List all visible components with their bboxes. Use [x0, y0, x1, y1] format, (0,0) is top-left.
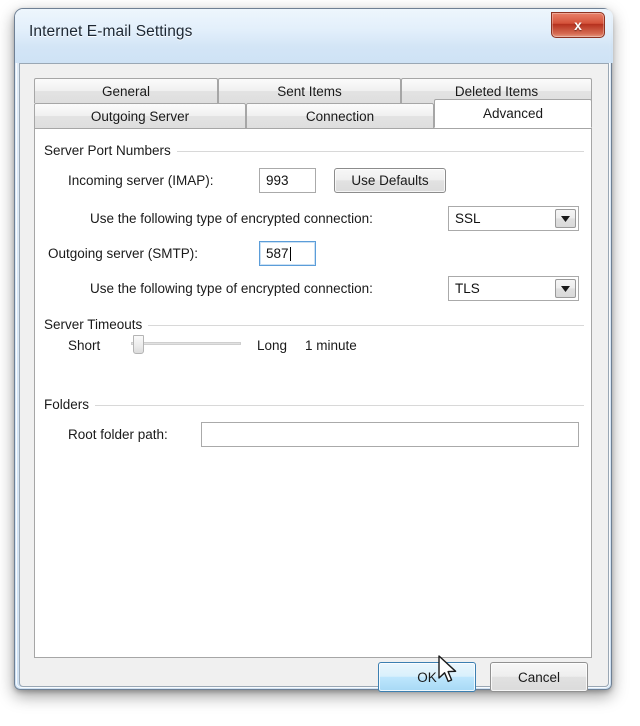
chevron-down-icon[interactable]: [555, 279, 576, 298]
group-server-timeouts: Server Timeouts Short Long 1 minute: [44, 317, 584, 381]
timeout-value-label: 1 minute: [305, 338, 357, 353]
tab-label: Connection: [305, 108, 375, 124]
chevron-down-icon[interactable]: [555, 209, 576, 228]
outgoing-encryption-combo[interactable]: TLS: [448, 276, 579, 301]
close-button[interactable]: x: [551, 12, 605, 38]
close-icon: x: [574, 17, 582, 33]
outgoing-server-label: Outgoing server (SMTP):: [48, 246, 199, 261]
incoming-encryption-combo[interactable]: SSL: [448, 206, 579, 231]
ok-button[interactable]: OK: [378, 662, 476, 692]
group-legend: Folders: [44, 397, 96, 412]
use-defaults-button[interactable]: Use Defaults: [334, 168, 446, 193]
server-timeout-slider[interactable]: [128, 333, 243, 354]
window-title: Internet E-mail Settings: [29, 23, 193, 40]
desktop-background: Internet E-mail Settings x General Sent …: [0, 0, 640, 726]
root-folder-path-input[interactable]: [201, 422, 579, 447]
slider-thumb[interactable]: [133, 335, 144, 354]
incoming-encryption-value: SSL: [455, 211, 481, 226]
dialog-window: Internet E-mail Settings x General Sent …: [14, 8, 613, 692]
tab-advanced[interactable]: Advanced: [434, 99, 592, 128]
group-legend: Server Timeouts: [44, 317, 149, 332]
tab-label: Sent Items: [277, 83, 342, 99]
cancel-label: Cancel: [517, 669, 561, 685]
tab-panel-advanced: Server Port Numbers Incoming server (IMA…: [34, 128, 592, 658]
tab-outgoing-server[interactable]: Outgoing Server: [34, 103, 246, 128]
tab-label: Advanced: [482, 106, 544, 121]
cancel-button[interactable]: Cancel: [490, 662, 588, 692]
root-folder-path-label: Root folder path:: [68, 427, 168, 442]
incoming-port-input[interactable]: 993: [259, 168, 316, 193]
timeout-long-label: Long: [257, 338, 288, 353]
tab-label: Outgoing Server: [90, 108, 190, 124]
group-folders: Folders Root folder path:: [44, 397, 584, 465]
text-caret: [289, 246, 291, 261]
slider-track: [131, 342, 241, 345]
incoming-port-value: 993: [266, 173, 289, 188]
timeout-short-label: Short: [68, 338, 101, 353]
dialog-body: General Sent Items Deleted Items Outgoin…: [19, 63, 609, 692]
use-defaults-label: Use Defaults: [351, 173, 429, 188]
outgoing-encryption-value: TLS: [455, 281, 480, 296]
incoming-server-label: Incoming server (IMAP):: [68, 173, 214, 188]
tab-control: General Sent Items Deleted Items Outgoin…: [34, 78, 592, 658]
group-divider: [44, 405, 584, 406]
tab-connection[interactable]: Connection: [246, 103, 434, 128]
outgoing-port-input[interactable]: 587: [259, 241, 316, 266]
tab-label: General: [101, 83, 151, 99]
tab-label: Deleted Items: [454, 83, 539, 99]
group-legend: Server Port Numbers: [44, 143, 177, 158]
tab-general[interactable]: General: [34, 78, 218, 103]
ok-label: OK: [417, 669, 437, 685]
group-server-port-numbers: Server Port Numbers Incoming server (IMA…: [44, 143, 584, 301]
outgoing-port-value: 587: [266, 246, 289, 261]
incoming-encryption-label: Use the following type of encrypted conn…: [90, 211, 373, 226]
title-bar[interactable]: Internet E-mail Settings x: [15, 9, 613, 63]
outgoing-encryption-label: Use the following type of encrypted conn…: [90, 281, 373, 296]
tab-sent-items[interactable]: Sent Items: [218, 78, 401, 103]
